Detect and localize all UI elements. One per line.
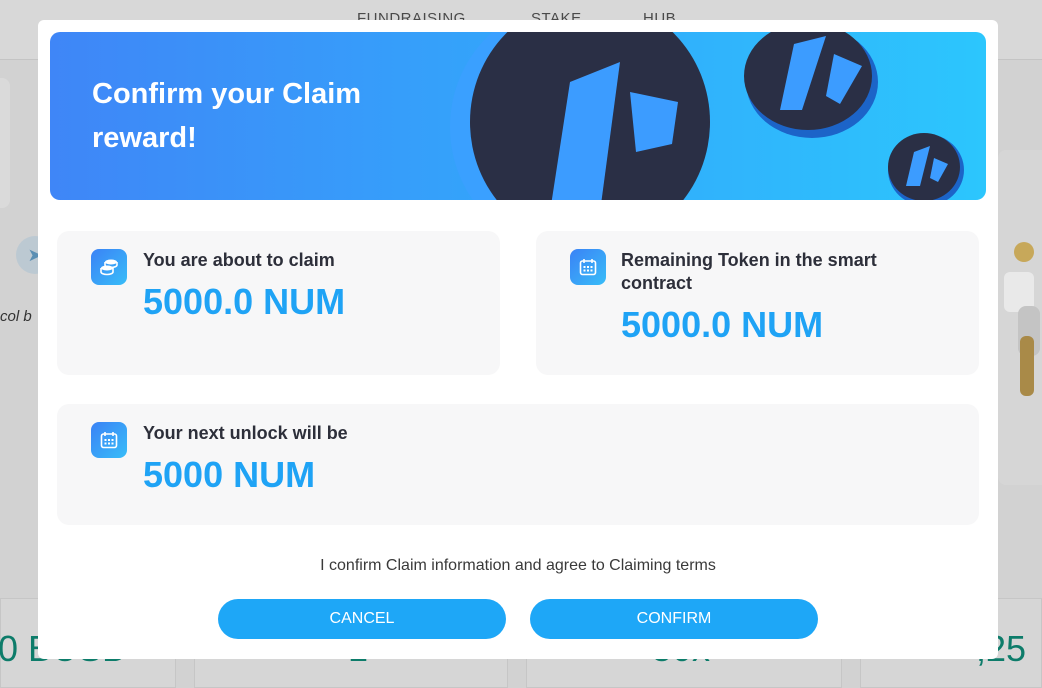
token-coin-icon xyxy=(744,32,878,138)
remaining-token-card: Remaining Token in the smart contract 50… xyxy=(536,231,979,375)
claim-amount-label: You are about to claim xyxy=(143,250,335,270)
claim-confirm-modal: Confirm your Claim reward! You are about… xyxy=(38,20,998,659)
modal-title: Confirm your Claim reward! xyxy=(92,78,362,154)
next-unlock-label: Your next unlock will be xyxy=(143,423,348,443)
remaining-token-value: 5000.0 NUM xyxy=(621,304,824,345)
token-coin-icon xyxy=(888,133,964,200)
claim-amount-card: You are about to claim 5000.0 NUM xyxy=(57,231,500,375)
claim-amount-value: 5000.0 NUM xyxy=(143,281,346,322)
confirm-button[interactable]: CONFIRM xyxy=(530,599,818,639)
cancel-button[interactable]: CANCEL xyxy=(218,599,506,639)
next-unlock-card: Your next unlock will be 5000 NUM xyxy=(57,404,979,525)
token-coin-icon xyxy=(450,32,710,200)
next-unlock-value: 5000 NUM xyxy=(143,454,316,495)
calendar-icon xyxy=(91,422,127,458)
modal-banner: Confirm your Claim reward! xyxy=(50,32,986,200)
confirm-terms-text: I confirm Claim information and agree to… xyxy=(320,557,716,574)
calendar-icon xyxy=(570,249,606,285)
remaining-token-label: Remaining Token in the smart contract xyxy=(621,250,877,293)
coins-icon xyxy=(91,249,127,285)
